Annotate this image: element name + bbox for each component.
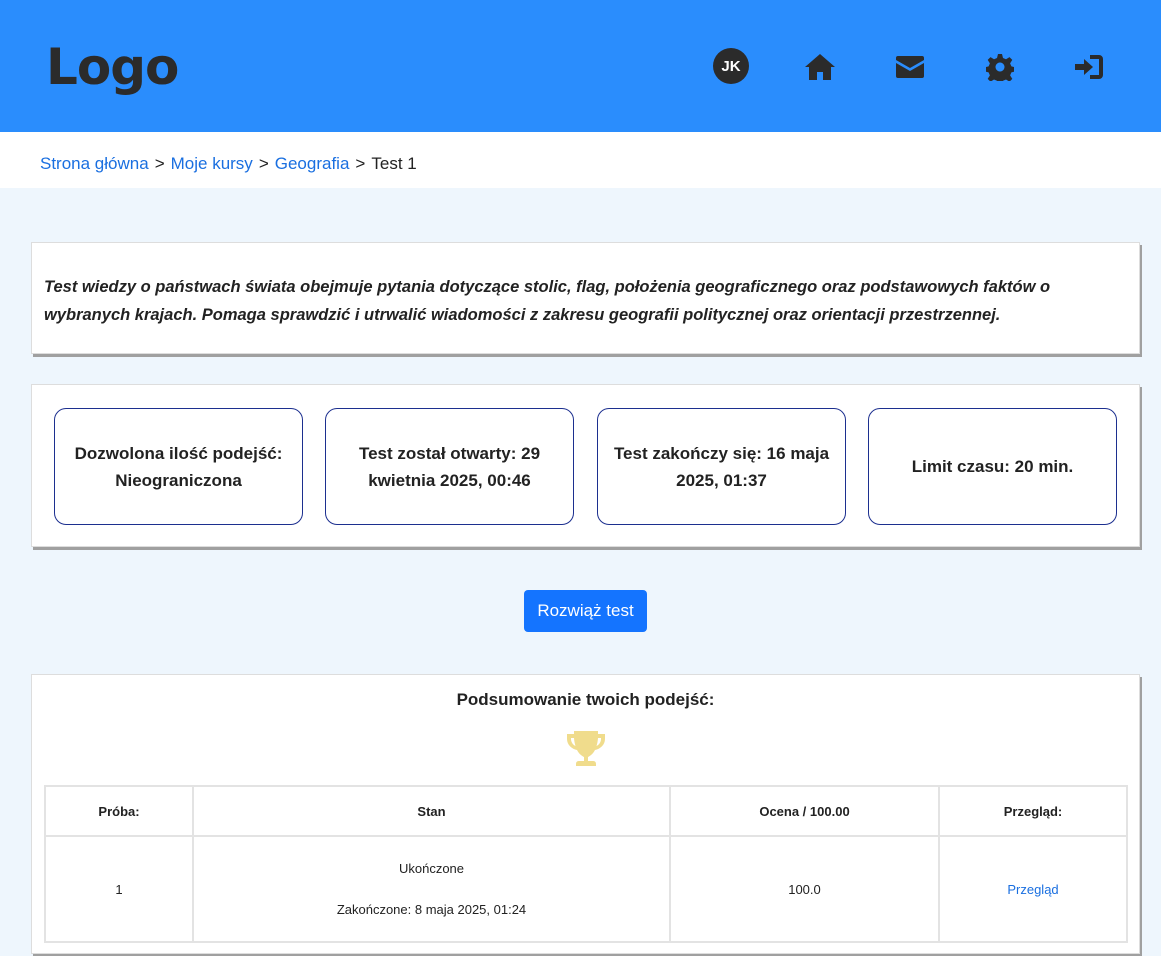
column-header-status: Stan — [192, 785, 671, 837]
column-header-review: Przegląd: — [938, 785, 1128, 837]
mail-icon[interactable] — [893, 50, 927, 84]
breadcrumb-current: Test 1 — [371, 154, 417, 173]
attempts-summary-card: Podsumowanie twoich podejść: Próba: Stan… — [31, 674, 1140, 954]
home-icon[interactable] — [803, 50, 837, 84]
description-card: Test wiedzy o państwach świata obejmuje … — [31, 242, 1140, 354]
breadcrumb: Strona główna > Moje kursy > Geografia > Test … — [40, 154, 417, 174]
logo[interactable]: Logo — [46, 38, 179, 96]
attempt-status-cell: Ukończone Zakończone: 8 maja 2025, 01:24 — [192, 835, 671, 943]
attempts-table: Próba: Stan Ocena / 100.00 Przegląd: 1 U… — [44, 785, 1128, 943]
column-header-attempt: Próba: — [44, 785, 194, 837]
top-navbar: Logo JK — [0, 0, 1161, 132]
summary-title: Podsumowanie twoich podejść: — [456, 690, 715, 709]
trophy-icon — [565, 728, 607, 770]
breadcrumb-separator: > — [355, 154, 366, 173]
gear-icon[interactable] — [983, 50, 1017, 84]
time-limit-box: Limit czasu: 20 min. — [868, 408, 1117, 525]
breadcrumb-geography[interactable]: Geografia — [275, 154, 350, 173]
column-header-grade: Ocena / 100.00 — [669, 785, 940, 837]
test-closes-box: Test zakończy się: 16 maja 2025, 01:37 — [597, 408, 846, 525]
test-info-card: Dozwolona ilość podejść: Nieograniczona … — [31, 384, 1140, 547]
breadcrumb-my-courses[interactable]: Moje kursy — [171, 154, 253, 173]
review-link[interactable]: Przegląd — [1007, 882, 1058, 897]
attempt-review-cell: Przegląd — [938, 835, 1128, 943]
attempts-allowed-box: Dozwolona ilość podejść: Nieograniczona — [54, 408, 303, 525]
breadcrumb-separator: > — [258, 154, 269, 173]
attempt-status: Ukończone — [398, 861, 465, 876]
solve-test-button[interactable]: Rozwiąż test — [524, 590, 647, 632]
breadcrumb-home[interactable]: Strona główna — [40, 154, 149, 173]
user-avatar[interactable]: JK — [713, 48, 749, 84]
breadcrumb-separator: > — [154, 154, 165, 173]
test-opened-box: Test został otwarty: 29 kwietnia 2025, 0… — [325, 408, 574, 525]
table-row: 1 Ukończone Zakończone: 8 maja 2025, 01:… — [44, 835, 1128, 943]
attempt-grade: 100.0 — [669, 835, 940, 943]
breadcrumb-bar: Strona główna > Moje kursy > Geografia > Test … — [0, 132, 1161, 188]
sign-in-icon[interactable] — [1072, 50, 1106, 84]
attempt-number: 1 — [44, 835, 194, 943]
test-description: Test wiedzy o państwach świata obejmuje … — [44, 278, 1051, 324]
attempt-finished-date: Zakończone: 8 maja 2025, 01:24 — [336, 902, 527, 917]
